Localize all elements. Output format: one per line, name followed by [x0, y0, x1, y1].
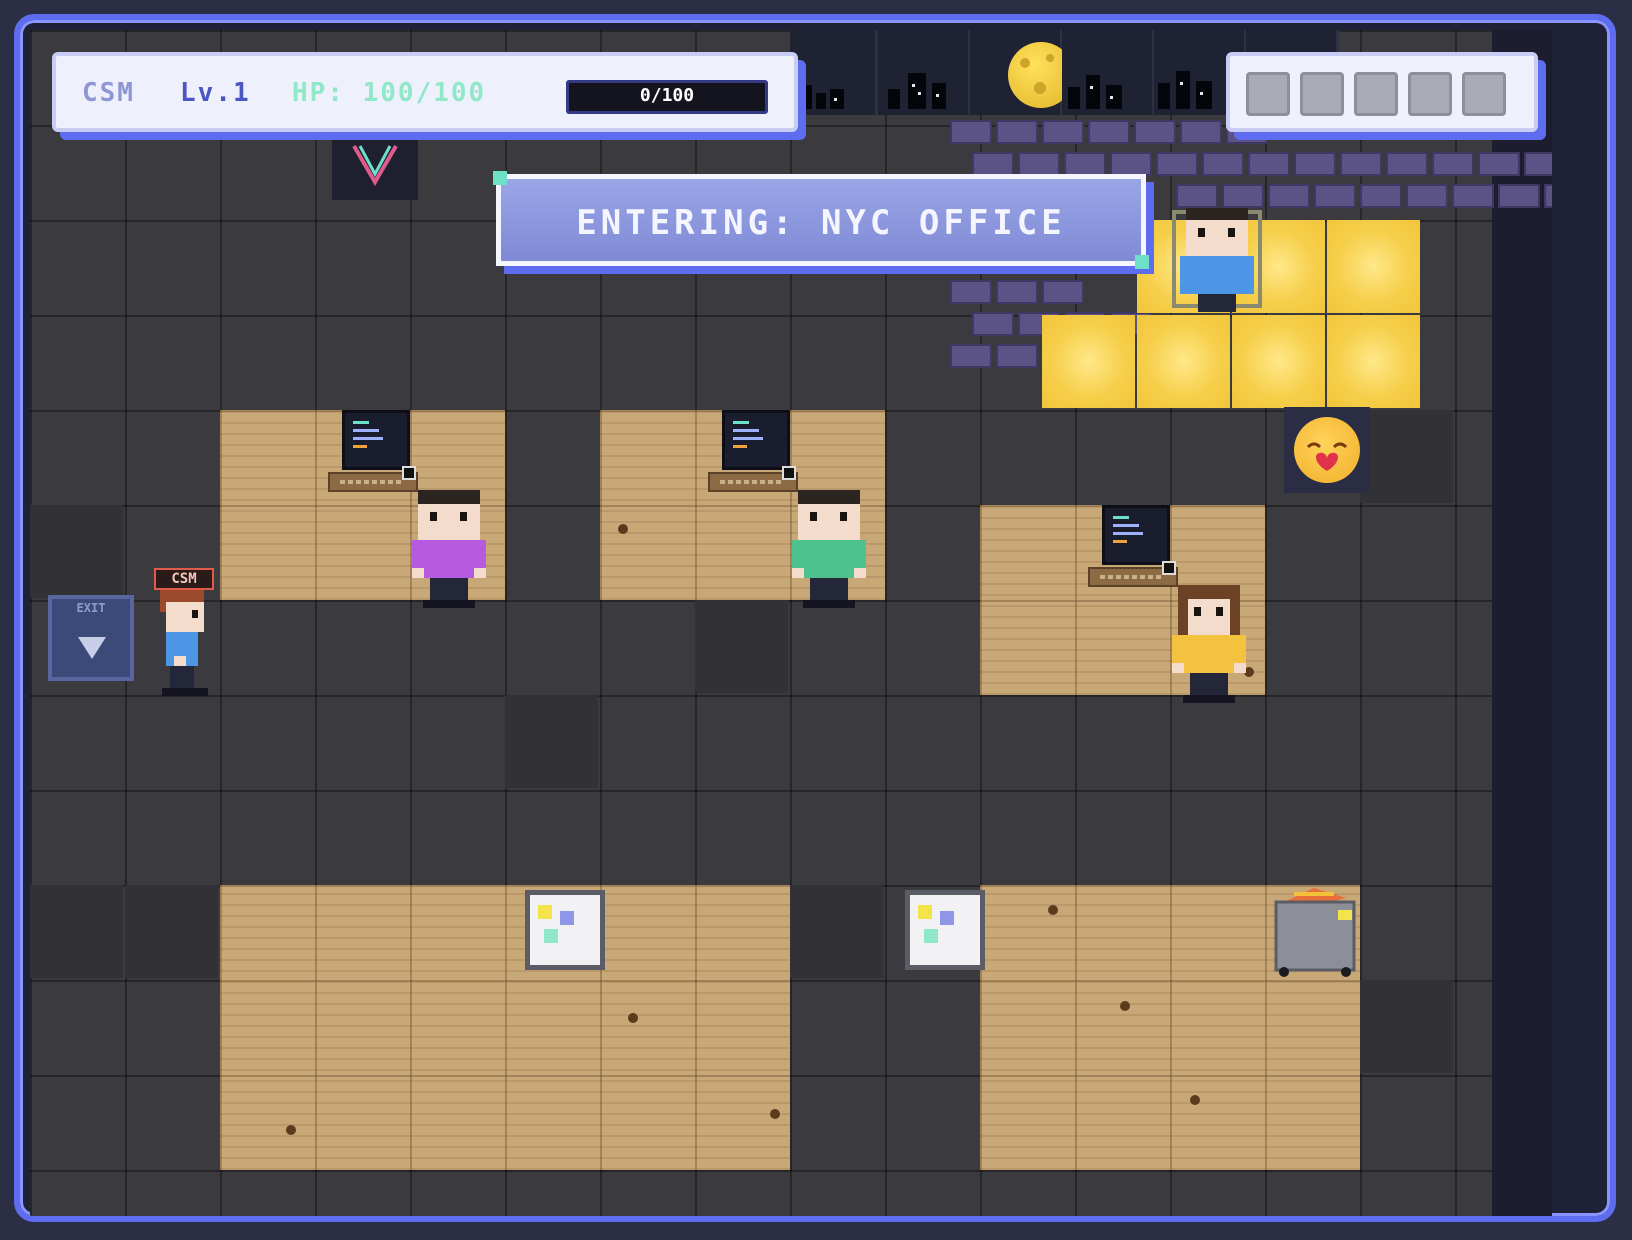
player-name-tag: CSM — [154, 568, 214, 590]
brick — [1544, 184, 1552, 208]
inventory-slot[interactable] — [1408, 72, 1452, 116]
brick — [1432, 152, 1474, 176]
brick — [1110, 152, 1152, 176]
brick — [1478, 152, 1520, 176]
brick — [1042, 280, 1084, 304]
brick — [1268, 184, 1310, 208]
npc-blue-shirt[interactable] — [1172, 208, 1262, 312]
night-window — [1062, 30, 1155, 115]
inventory-slot[interactable] — [1462, 72, 1506, 116]
brick — [972, 312, 1014, 336]
brick — [996, 344, 1038, 368]
brick — [1018, 152, 1060, 176]
arrow-down-icon — [78, 637, 106, 659]
brick — [1524, 152, 1552, 176]
brick — [1314, 184, 1356, 208]
computer-icon[interactable] — [328, 410, 418, 500]
player-hp: HP: 100/100 — [292, 78, 487, 108]
brick — [1360, 184, 1402, 208]
highlight-tile[interactable] — [1042, 315, 1135, 408]
brick — [1406, 184, 1448, 208]
brick — [1088, 120, 1130, 144]
inventory-slot[interactable] — [1246, 72, 1290, 116]
highlight-tile[interactable] — [1327, 220, 1420, 313]
floor-tile — [30, 885, 123, 978]
brick — [1452, 184, 1494, 208]
brick — [1180, 120, 1222, 144]
xp-bar: 0/100 — [566, 80, 768, 114]
inventory-slot[interactable] — [1300, 72, 1344, 116]
player-character[interactable] — [152, 590, 212, 710]
night-window — [790, 30, 878, 115]
floor-tile — [505, 695, 598, 788]
brick — [1222, 184, 1264, 208]
inventory-bar — [1226, 52, 1538, 132]
brick — [950, 120, 992, 144]
floor-tile — [1360, 410, 1453, 503]
xp-value: 0/100 — [639, 85, 695, 106]
kiss-face-icon — [1294, 417, 1360, 483]
brick — [1064, 152, 1106, 176]
computer-icon[interactable] — [708, 410, 798, 500]
npc-purple-shirt[interactable] — [412, 490, 486, 610]
npc-yellow-shirt[interactable] — [1172, 585, 1246, 705]
banner-corner — [493, 171, 507, 185]
brick — [1156, 152, 1198, 176]
brick — [1340, 152, 1382, 176]
exit-door[interactable]: EXIT — [48, 595, 134, 681]
food-cart-icon[interactable] — [1274, 886, 1356, 980]
game-frame: EXIT CSM CSM Lv.1 HP: 100/100 0/100 ENTE… — [14, 14, 1616, 1222]
brick — [1176, 184, 1218, 208]
status-hud: CSM Lv.1 HP: 100/100 0/100 — [52, 52, 798, 132]
banner-corner — [1135, 255, 1149, 269]
brick — [1294, 152, 1336, 176]
brick — [996, 120, 1038, 144]
location-banner-text: ENTERING: NYC OFFICE — [576, 203, 1066, 243]
brick — [972, 152, 1014, 176]
exit-label: EXIT — [76, 601, 106, 615]
brick — [996, 280, 1038, 304]
brick — [1202, 152, 1244, 176]
highlight-tile[interactable] — [1137, 315, 1230, 408]
brick — [1386, 152, 1428, 176]
highlight-tile[interactable] — [1327, 315, 1420, 408]
brick — [1042, 120, 1084, 144]
brick — [1248, 152, 1290, 176]
brick — [1134, 120, 1176, 144]
conference-table — [220, 885, 790, 1170]
location-banner: ENTERING: NYC OFFICE — [493, 171, 1149, 269]
player-name: CSM — [82, 78, 135, 108]
player-level: Lv.1 — [180, 78, 251, 108]
brick — [1498, 184, 1540, 208]
brick — [950, 280, 992, 304]
smiley-poster[interactable] — [1284, 407, 1370, 493]
inventory-slot[interactable] — [1354, 72, 1398, 116]
highlight-tile[interactable] — [1232, 315, 1325, 408]
brick — [950, 344, 992, 368]
floor-tile — [30, 505, 123, 598]
floor-tile — [790, 885, 883, 978]
floor-tile — [125, 885, 218, 978]
npc-green-shirt[interactable] — [792, 490, 866, 610]
logo-poster — [332, 130, 418, 200]
floor-tile — [1360, 980, 1453, 1073]
night-window — [878, 30, 971, 115]
floor-tile — [695, 600, 788, 693]
whiteboard-icon[interactable] — [525, 890, 605, 970]
whiteboard-icon[interactable] — [905, 890, 985, 970]
computer-icon[interactable] — [1088, 505, 1178, 595]
